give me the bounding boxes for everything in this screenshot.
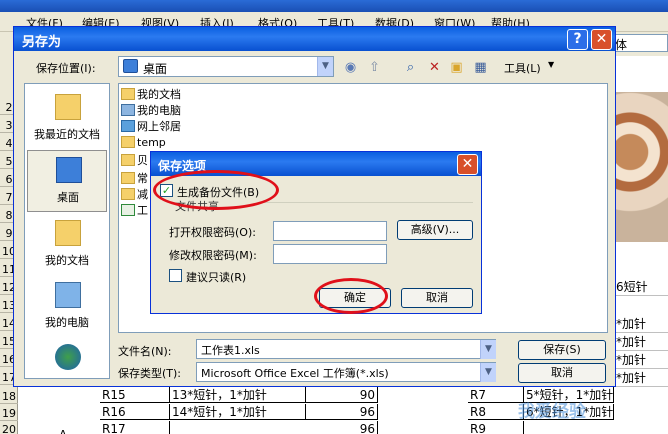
desktop-icon <box>56 157 82 183</box>
up-folder-icon[interactable]: ⇧ <box>366 59 383 76</box>
list-item[interactable]: 工 <box>121 202 148 217</box>
place-desktop[interactable]: 桌面 <box>27 150 107 212</box>
new-folder-icon[interactable]: ▣ <box>448 59 465 76</box>
watermark: 我爱经验 <box>518 402 586 422</box>
folder-icon <box>121 88 135 100</box>
my-documents-icon <box>55 220 81 246</box>
filetype-select[interactable]: Microsoft Office Excel 工作簿(*.xls) <box>196 362 496 382</box>
sheet-cell[interactable]: 6短针 <box>614 278 668 296</box>
sheet-cell[interactable]: R8 <box>468 404 524 420</box>
place-network[interactable] <box>27 338 107 374</box>
list-item[interactable]: temp <box>121 136 166 151</box>
merged-cell[interactable]: A <box>24 427 100 434</box>
list-item[interactable]: 我的电脑 <box>121 102 181 117</box>
tools-menu[interactable]: 工具(L) <box>504 60 541 76</box>
sheet-cell[interactable]: *加针 <box>614 333 668 351</box>
network-globe-icon <box>55 344 81 370</box>
sheet-cell[interactable]: 13*短针，1*加针 <box>170 387 306 403</box>
readonly-label[interactable]: 建议只读(R) <box>186 269 246 285</box>
sheet-cell[interactable]: 96 <box>306 421 378 434</box>
close-button[interactable]: ✕ <box>591 29 612 50</box>
save-options-title: 保存选项 <box>158 159 207 173</box>
sheet-cell[interactable]: 14*短针，1*加针 <box>170 404 306 420</box>
list-item[interactable]: 我的文档 <box>121 86 181 101</box>
filename-chevron-icon[interactable]: ▼ <box>480 340 496 359</box>
excel-titlebar <box>0 0 668 12</box>
help-button[interactable]: ? <box>567 29 588 50</box>
excel-file-icon <box>121 204 135 216</box>
my-computer-icon <box>55 282 81 308</box>
sheet-cell[interactable]: R17 <box>100 421 170 434</box>
chevron-down-icon[interactable]: ▼ <box>317 57 333 76</box>
sheet-cell[interactable]: R7 <box>468 387 524 403</box>
save-as-title: 另存为 <box>22 35 62 50</box>
list-item[interactable]: 网上邻居 <box>121 118 181 133</box>
back-icon[interactable]: ◉ <box>342 59 359 76</box>
modify-password-label: 修改权限密码(M): <box>169 249 257 262</box>
location-label: 保存位置(I): <box>36 62 96 75</box>
open-password-label: 打开权限密码(O): <box>169 226 256 239</box>
sheet-cell[interactable]: *加针 <box>614 351 668 369</box>
list-item[interactable]: 贝 <box>121 152 148 167</box>
sheet-bottom-rows: A R15 13*短针，1*加针 90 R7 5*短针，1*加针 R16 14*… <box>18 387 614 434</box>
folder-icon <box>121 172 135 184</box>
group-divider <box>259 202 473 203</box>
filename-input[interactable]: 工作表1.xls <box>196 339 496 359</box>
sheet-cell[interactable]: *加针 <box>614 369 668 387</box>
folder-icon <box>121 154 135 166</box>
place-recent[interactable]: 我最近的文档 <box>27 88 107 150</box>
save-options-titlebar[interactable]: 保存选项 ✕ <box>151 152 481 176</box>
place-label: 我最近的文档 <box>34 128 100 141</box>
search-web-icon[interactable]: ⌕ <box>402 59 419 76</box>
modify-password-input[interactable] <box>273 244 387 264</box>
open-password-input[interactable] <box>273 221 387 241</box>
sheet-cell[interactable]: 96 <box>306 404 378 420</box>
location-value: 桌面 <box>143 62 168 76</box>
place-label: 我的电脑 <box>45 316 89 329</box>
filetype-label: 保存类型(T): <box>118 367 182 380</box>
places-bar: 我最近的文档 桌面 我的文档 我的电脑 <box>24 83 110 379</box>
folder-icon <box>121 188 135 200</box>
row-number[interactable]: 19 <box>0 406 18 421</box>
sheet-cell[interactable]: *加针 <box>614 315 668 333</box>
sheet-photo <box>614 92 668 242</box>
file-sharing-group-label: 文件共享 <box>175 200 219 213</box>
backup-checkbox[interactable]: ✓ <box>160 184 173 197</box>
place-label: 我的文档 <box>45 254 89 267</box>
sheet-cell[interactable]: R15 <box>100 387 170 403</box>
place-my-documents[interactable]: 我的文档 <box>27 214 107 276</box>
save-options-dialog: 保存选项 ✕ ✓ 生成备份文件(B) 文件共享 打开权限密码(O): 高级(V)… <box>150 151 482 314</box>
ok-button[interactable]: 确定 <box>319 288 391 308</box>
advanced-button[interactable]: 高级(V)... <box>397 220 473 240</box>
readonly-checkbox[interactable] <box>169 269 182 282</box>
computer-icon <box>121 104 135 116</box>
save-as-titlebar[interactable]: 另存为 ? ✕ <box>14 27 615 51</box>
font-name-box[interactable]: 体 <box>612 34 668 52</box>
row-number[interactable]: 20 <box>0 422 18 434</box>
list-item[interactable]: 减 <box>121 186 148 201</box>
filetype-chevron-icon[interactable]: ▼ <box>480 363 496 382</box>
list-item[interactable]: 常 <box>121 170 148 185</box>
save-button[interactable]: 保存(S) <box>518 340 606 360</box>
sheet-cell[interactable]: R9 <box>468 421 524 434</box>
delete-icon[interactable]: ✕ <box>426 59 443 76</box>
cancel-button[interactable]: 取消 <box>401 288 473 308</box>
recent-docs-icon <box>55 94 81 120</box>
desktop-small-icon <box>123 59 138 73</box>
place-my-computer[interactable]: 我的电脑 <box>27 276 107 338</box>
folder-icon <box>121 136 135 148</box>
filename-label: 文件名(N): <box>118 345 172 358</box>
row-number[interactable]: 18 <box>0 389 18 404</box>
sheet-cell[interactable]: R16 <box>100 404 170 420</box>
cancel-button[interactable]: 取消 <box>518 363 606 383</box>
tools-chevron-icon[interactable]: ▼ <box>548 60 554 69</box>
sheet-cell[interactable]: 90 <box>306 387 378 403</box>
network-icon <box>121 120 135 132</box>
close-button[interactable]: ✕ <box>457 154 478 175</box>
place-label: 桌面 <box>57 191 79 204</box>
location-combo[interactable]: 桌面 ▼ <box>118 56 334 77</box>
views-icon[interactable]: ▦ <box>472 59 489 76</box>
